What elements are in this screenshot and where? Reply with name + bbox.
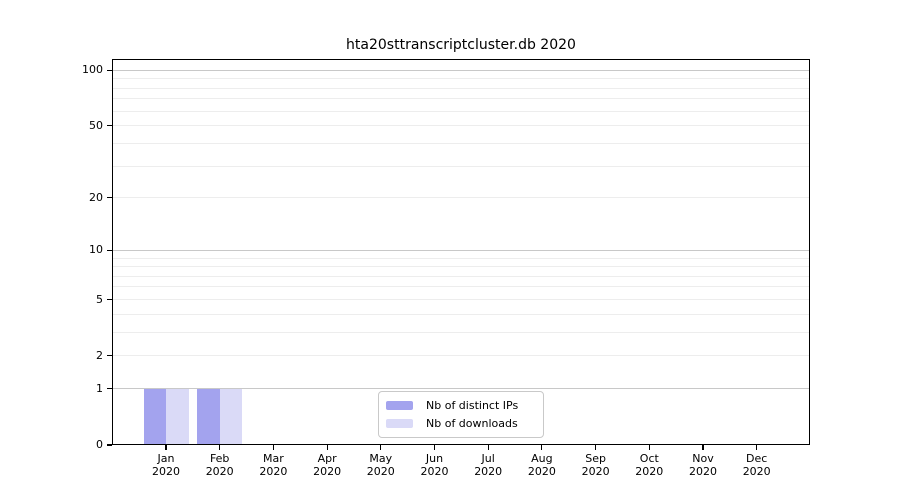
y-tick-0: [107, 444, 112, 445]
gridline-minor-6: [112, 286, 810, 287]
x-tick-month: Apr: [297, 452, 357, 465]
x-tick-month: Oct: [619, 452, 679, 465]
x-tick-dec: [756, 445, 757, 450]
legend-swatch-distinct-ips: [386, 401, 413, 410]
x-tick-label-feb: Feb2020: [190, 452, 250, 478]
y-tick-label-100: 100: [0, 63, 103, 76]
x-tick-label-may: May2020: [351, 452, 411, 478]
x-tick-nov: [702, 445, 703, 450]
legend-swatch-downloads: [386, 419, 413, 428]
y-tick-20: [107, 197, 112, 198]
x-tick-year: 2020: [566, 465, 626, 478]
x-tick-may: [380, 445, 381, 450]
x-tick-feb: [219, 445, 220, 450]
gridline-minor-90: [112, 78, 810, 79]
x-tick-month: Jun: [405, 452, 465, 465]
x-tick-label-mar: Mar2020: [243, 452, 303, 478]
legend-label-distinct-ips: Nb of distinct IPs: [426, 399, 518, 412]
legend-item-distinct-ips: Nb of distinct IPs: [386, 399, 535, 412]
x-tick-year: 2020: [727, 465, 787, 478]
y-tick-50: [107, 125, 112, 126]
x-tick-label-aug: Aug2020: [512, 452, 572, 478]
gridline-minor-60: [112, 111, 810, 112]
x-tick-label-jul: Jul2020: [458, 452, 518, 478]
x-tick-year: 2020: [136, 465, 196, 478]
x-tick-year: 2020: [619, 465, 679, 478]
x-tick-month: Jul: [458, 452, 518, 465]
gridline-minor-40: [112, 143, 810, 144]
gridline-minor-8: [112, 266, 810, 267]
bar-feb-downloads: [220, 389, 243, 445]
x-tick-month: Feb: [190, 452, 250, 465]
legend: Nb of distinct IPs Nb of downloads: [378, 391, 544, 438]
gridline-minor-5: [112, 299, 810, 300]
x-tick-jul: [488, 445, 489, 450]
x-tick-label-jun: Jun2020: [405, 452, 465, 478]
x-tick-label-sep: Sep2020: [566, 452, 626, 478]
x-tick-apr: [327, 445, 328, 450]
gridline-minor-50: [112, 125, 810, 126]
x-tick-month: Dec: [727, 452, 787, 465]
x-tick-label-nov: Nov2020: [673, 452, 733, 478]
y-tick-label-5: 5: [0, 293, 103, 306]
x-tick-year: 2020: [512, 465, 572, 478]
x-tick-label-apr: Apr2020: [297, 452, 357, 478]
chart-title: hta20sttranscriptcluster.db 2020: [112, 37, 810, 53]
y-tick-label-10: 10: [0, 243, 103, 256]
x-tick-month: Sep: [566, 452, 626, 465]
legend-label-downloads: Nb of downloads: [426, 417, 518, 430]
x-tick-month: Aug: [512, 452, 572, 465]
gridline-minor-70: [112, 98, 810, 99]
gridline-major-100: [112, 70, 810, 71]
x-tick-year: 2020: [405, 465, 465, 478]
gridline-minor-80: [112, 88, 810, 89]
x-tick-sep: [595, 445, 596, 450]
legend-item-downloads: Nb of downloads: [386, 417, 535, 430]
bar-jan-distinct-ips: [144, 389, 167, 445]
y-tick-1: [107, 388, 112, 389]
download-stats-chart: hta20sttranscriptcluster.db 2020 1005020…: [0, 0, 900, 500]
y-tick-5: [107, 299, 112, 300]
gridline-minor-20: [112, 197, 810, 198]
bar-feb-distinct-ips: [197, 389, 220, 445]
x-tick-month: Nov: [673, 452, 733, 465]
x-tick-month: Jan: [136, 452, 196, 465]
x-tick-oct: [649, 445, 650, 450]
x-tick-aug: [541, 445, 542, 450]
x-tick-mar: [273, 445, 274, 450]
gridline-minor-7: [112, 276, 810, 277]
y-tick-label-2: 2: [0, 349, 103, 362]
x-tick-month: Mar: [243, 452, 303, 465]
x-tick-jan: [165, 445, 166, 450]
x-tick-year: 2020: [190, 465, 250, 478]
gridline-minor-2: [112, 355, 810, 356]
y-tick-label-20: 20: [0, 191, 103, 204]
y-tick-label-1: 1: [0, 382, 103, 395]
x-tick-year: 2020: [351, 465, 411, 478]
x-tick-year: 2020: [673, 465, 733, 478]
gridline-minor-4: [112, 314, 810, 315]
plot-border: [112, 59, 810, 445]
x-tick-year: 2020: [297, 465, 357, 478]
x-tick-label-oct: Oct2020: [619, 452, 679, 478]
y-tick-label-0: 0: [0, 438, 103, 451]
x-tick-jun: [434, 445, 435, 450]
y-tick-100: [107, 70, 112, 71]
gridline-minor-9: [112, 258, 810, 259]
gridline-minor-30: [112, 166, 810, 167]
y-tick-10: [107, 250, 112, 251]
gridline-minor-3: [112, 332, 810, 333]
gridline-major-10: [112, 250, 810, 251]
x-tick-label-dec: Dec2020: [727, 452, 787, 478]
x-tick-month: May: [351, 452, 411, 465]
x-tick-year: 2020: [458, 465, 518, 478]
x-tick-label-jan: Jan2020: [136, 452, 196, 478]
bar-jan-downloads: [166, 389, 189, 445]
y-tick-2: [107, 355, 112, 356]
y-tick-label-50: 50: [0, 119, 103, 132]
x-tick-year: 2020: [243, 465, 303, 478]
